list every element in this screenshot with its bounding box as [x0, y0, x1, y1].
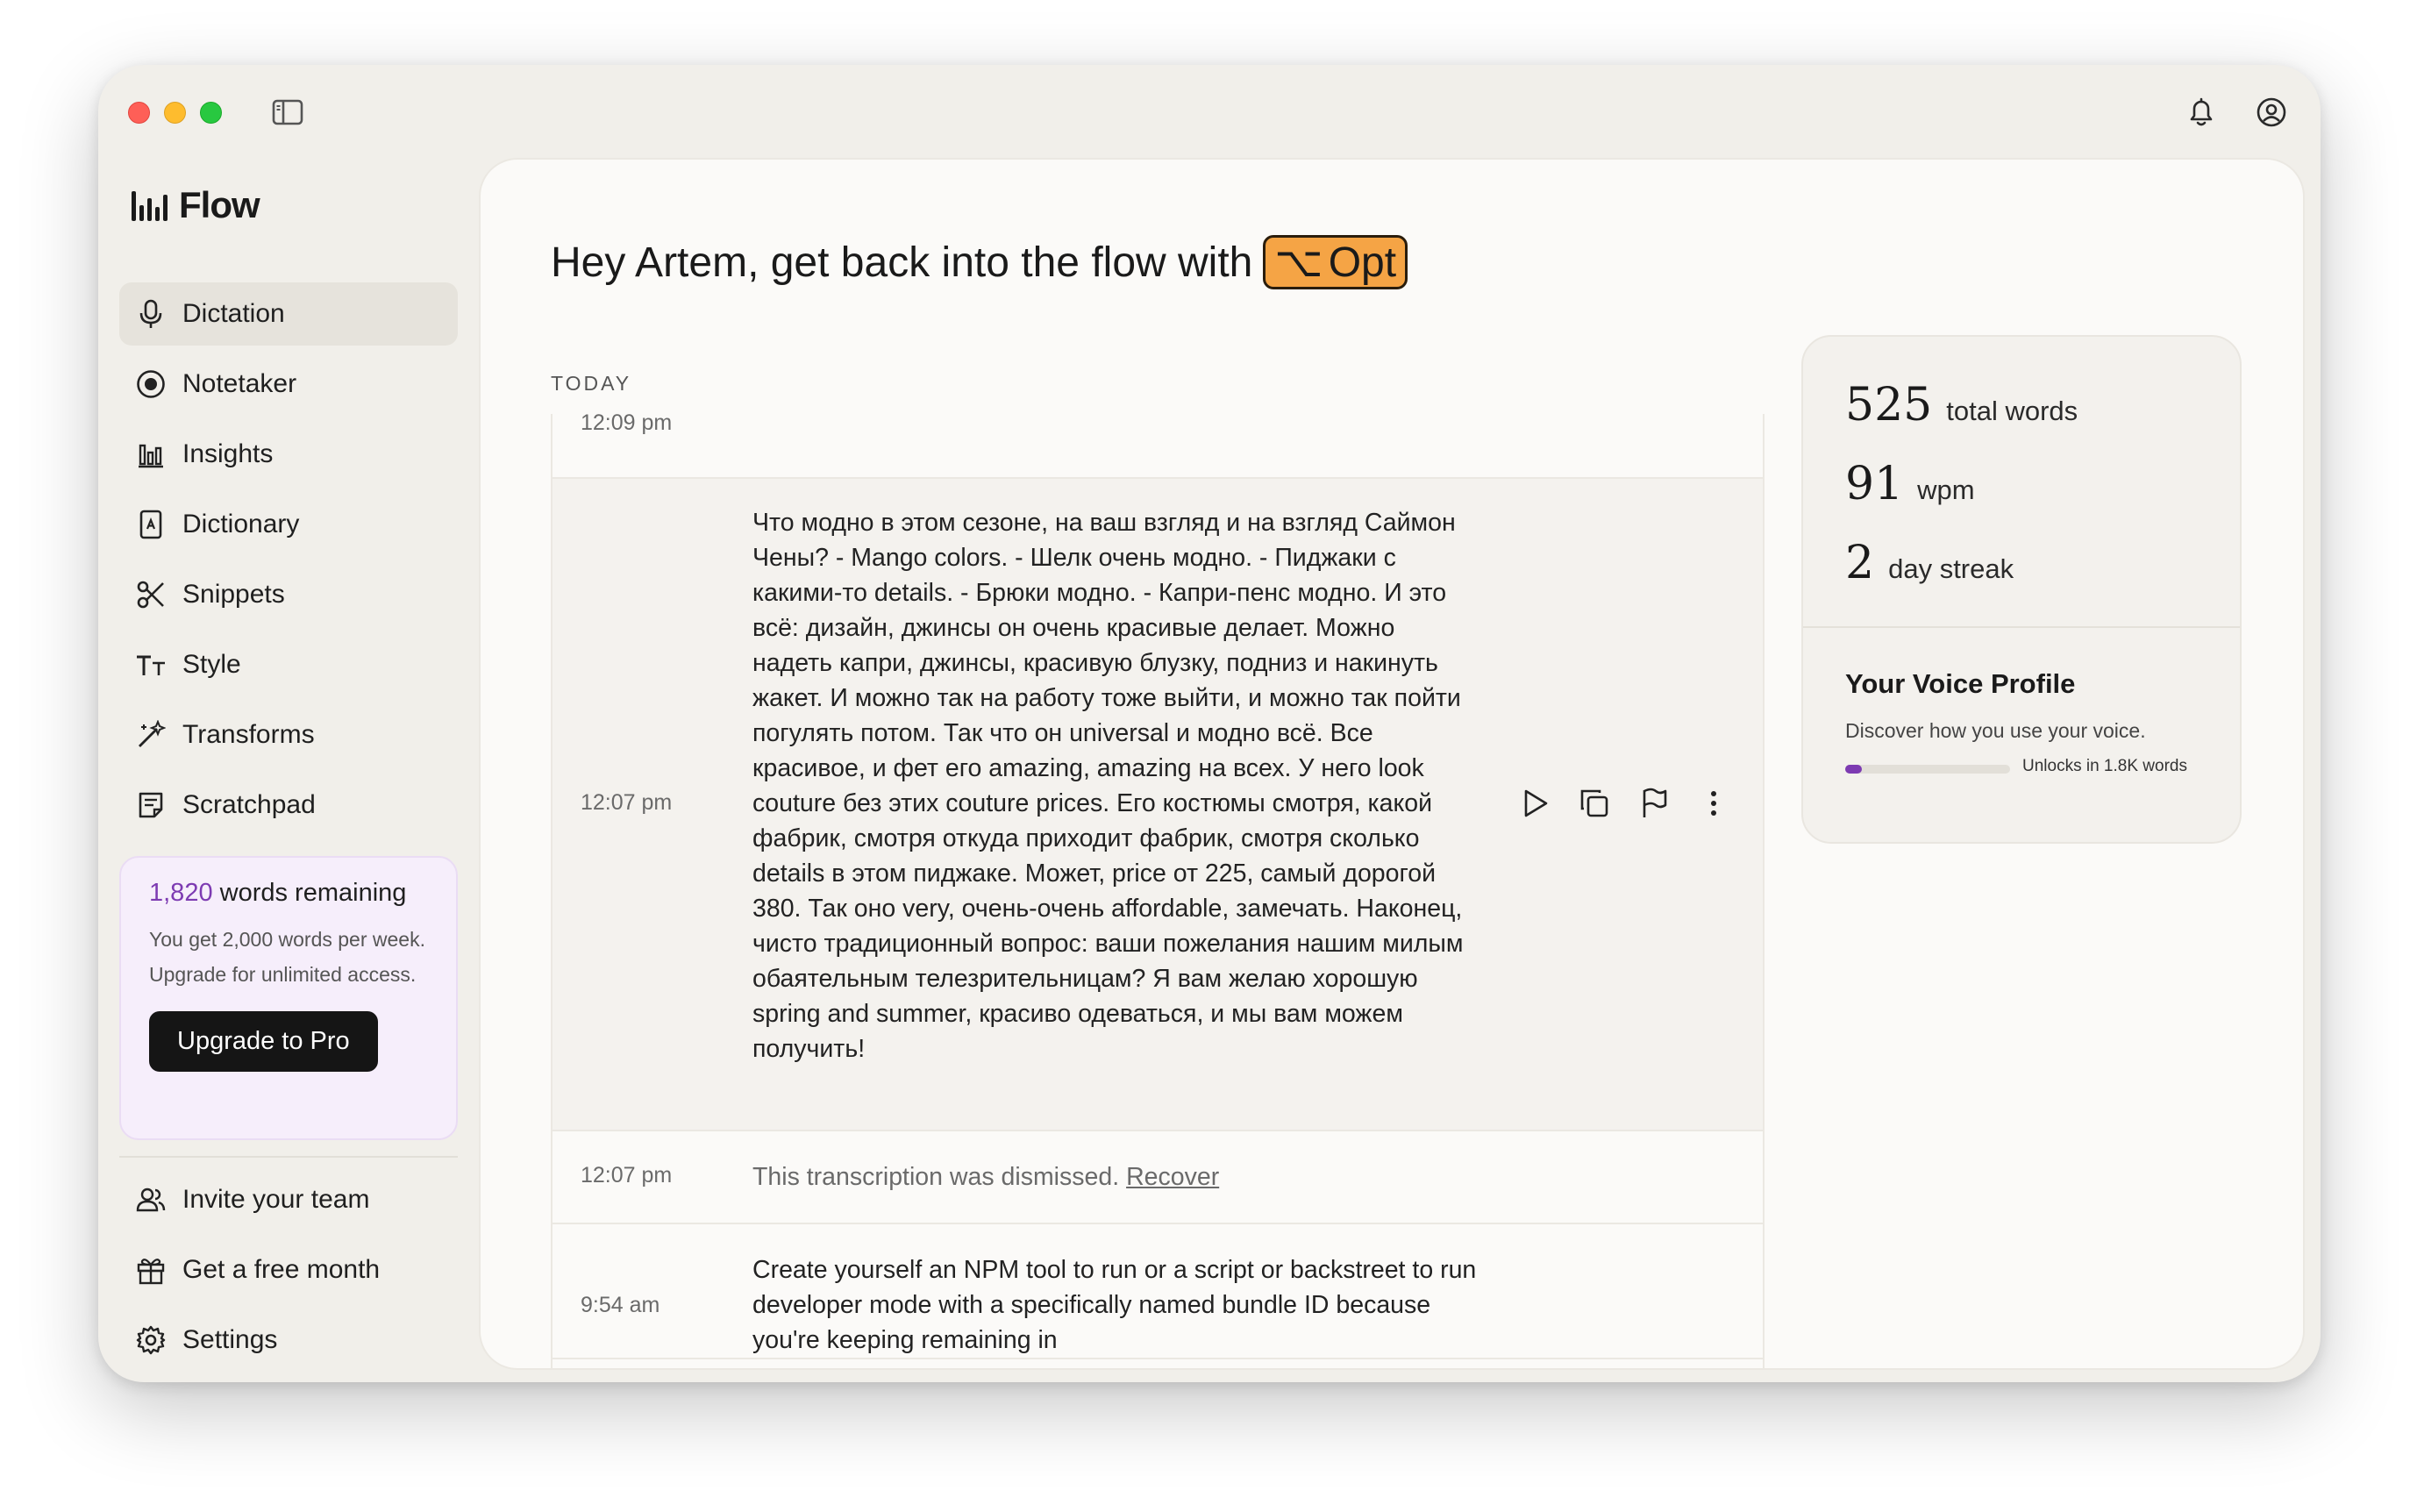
copy-icon[interactable] [1577, 786, 1612, 821]
book-icon [135, 509, 167, 540]
wpm-stat: 91 wpm [1845, 458, 1975, 510]
sidebar-item-label: Dictation [182, 299, 285, 328]
words-remaining-count: 1,820 [149, 879, 213, 907]
voice-profile-description: Discover how you use your voice. [1845, 719, 2146, 742]
sidebar-divider [119, 1156, 458, 1158]
sidebar-item-dictionary[interactable]: Dictionary [119, 493, 458, 556]
sidebar-item-transforms[interactable]: Transforms [119, 703, 458, 767]
bell-icon[interactable] [2184, 95, 2219, 130]
stats-divider [1803, 626, 2240, 628]
more-options-icon[interactable] [1696, 786, 1731, 821]
list-item[interactable]: 9:54 am Create yourself an NPM tool to r… [553, 1224, 1763, 1359]
shortcut-key-badge: ⌥ Opt [1263, 235, 1408, 289]
words-remaining-label: words remaining [212, 879, 407, 907]
users-icon [135, 1184, 167, 1216]
wpm-value: 91 [1845, 458, 1904, 510]
greeting: Hey Artem, get back into the flow with ⌥… [551, 235, 1408, 289]
shortcut-key-label: Opt [1328, 239, 1397, 286]
sidebar-item-dictation[interactable]: Dictation [119, 282, 458, 346]
voice-profile-unlock-text: Unlocks in 1.8K words [2022, 757, 2187, 775]
total-words-label: total words [1946, 396, 2078, 426]
waveform-logo-icon [132, 191, 168, 221]
account-icon[interactable] [2254, 95, 2289, 130]
play-icon[interactable] [1517, 786, 1552, 821]
voice-profile-progress-fill [1845, 765, 1862, 774]
text-style-icon [135, 649, 167, 681]
sidebar-item-notetaker[interactable]: Notetaker [119, 353, 458, 416]
entry-time: 12:07 pm [581, 1163, 673, 1187]
magic-wand-icon [135, 719, 167, 751]
transcription-list: 12:09 pm 12:07 pm Что модно в этом сезон… [551, 414, 1765, 1368]
list-item[interactable]: 12:07 pm This transcription was dismisse… [553, 1131, 1763, 1224]
entry-text: Что модно в этом сезоне, на ваш взгляд и… [752, 509, 1464, 1063]
entry-actions [1517, 786, 1731, 821]
streak-value: 2 [1845, 537, 1875, 589]
sidebar-item-free-month[interactable]: Get a free month [119, 1238, 458, 1302]
greeting-text: Hey Artem, get back into the flow with [551, 239, 1253, 286]
sidebar-item-label: Invite your team [182, 1185, 370, 1214]
entry-time: 9:54 am [581, 1293, 660, 1317]
upgrade-to-pro-button[interactable]: Upgrade to Pro [149, 1011, 378, 1072]
gear-icon [135, 1324, 167, 1356]
sidebar-item-label: Snippets [182, 580, 285, 609]
sidebar-item-label: Notetaker [182, 369, 297, 398]
sidebar: Flow Dictation Notetaker Insights Dictio… [119, 65, 458, 1382]
sidebar-nav: Dictation Notetaker Insights Dictionary … [119, 282, 458, 844]
gift-icon [135, 1254, 167, 1286]
sidebar-item-insights[interactable]: Insights [119, 423, 458, 486]
total-words-value: 525 [1845, 379, 1933, 431]
flag-icon[interactable] [1636, 786, 1672, 821]
scissors-icon [135, 579, 167, 610]
streak-stat: 2 day streak [1845, 537, 2014, 589]
sidebar-item-label: Settings [182, 1325, 278, 1354]
section-label-today: TODAY [551, 372, 632, 395]
sidebar-item-label: Dictionary [182, 510, 300, 538]
main-panel: Hey Artem, get back into the flow with ⌥… [479, 158, 2305, 1370]
sidebar-item-settings[interactable]: Settings [119, 1309, 458, 1372]
words-remaining: 1,820 words remaining [149, 879, 428, 908]
promo-description: You get 2,000 words per week. Upgrade fo… [149, 928, 425, 986]
option-key-icon: ⌥ [1274, 239, 1323, 286]
voice-profile-progress-bar [1845, 765, 2010, 774]
app-name: Flow [179, 184, 260, 225]
sidebar-item-style[interactable]: Style [119, 633, 458, 696]
list-item[interactable]: 12:07 pm Что модно в этом сезоне, на ваш… [553, 479, 1763, 1131]
sidebar-item-label: Scratchpad [182, 790, 316, 819]
sidebar-item-snippets[interactable]: Snippets [119, 563, 458, 626]
stats-card: 525 total words 91 wpm 2 day streak Your… [1801, 335, 2242, 844]
sidebar-item-invite-team[interactable]: Invite your team [119, 1168, 458, 1231]
streak-label: day streak [1888, 553, 2014, 584]
sidebar-bottom-nav: Invite your team Get a free month Settin… [119, 1168, 458, 1379]
bar-chart-icon [135, 439, 167, 470]
entry-dismissed-message: This transcription was dismissed. Recove… [752, 1131, 1480, 1195]
list-item[interactable]: 12:09 pm [553, 414, 1763, 479]
wpm-label: wpm [1917, 474, 1975, 505]
entry-time: 12:07 pm [581, 790, 673, 815]
total-words-stat: 525 total words [1845, 379, 2078, 431]
app-logo: Flow [132, 184, 260, 226]
recover-link[interactable]: Recover [1126, 1163, 1219, 1191]
dismissed-text: This transcription was dismissed. [752, 1163, 1120, 1191]
sidebar-item-label: Style [182, 650, 241, 679]
microphone-icon [135, 298, 167, 330]
entry-text: Create yourself an NPM tool to run or a … [752, 1256, 1477, 1354]
notepad-icon [135, 789, 167, 821]
entry-time: 12:09 pm [581, 414, 673, 435]
sidebar-item-scratchpad[interactable]: Scratchpad [119, 774, 458, 837]
sidebar-item-label: Get a free month [182, 1255, 381, 1284]
app-window: Flow Dictation Notetaker Insights Dictio… [98, 65, 2321, 1382]
voice-profile-title[interactable]: Your Voice Profile [1845, 668, 2075, 700]
record-icon [135, 368, 167, 400]
upgrade-promo-card: 1,820 words remaining You get 2,000 word… [119, 856, 458, 1140]
sidebar-item-label: Transforms [182, 720, 315, 749]
sidebar-item-label: Insights [182, 439, 274, 468]
